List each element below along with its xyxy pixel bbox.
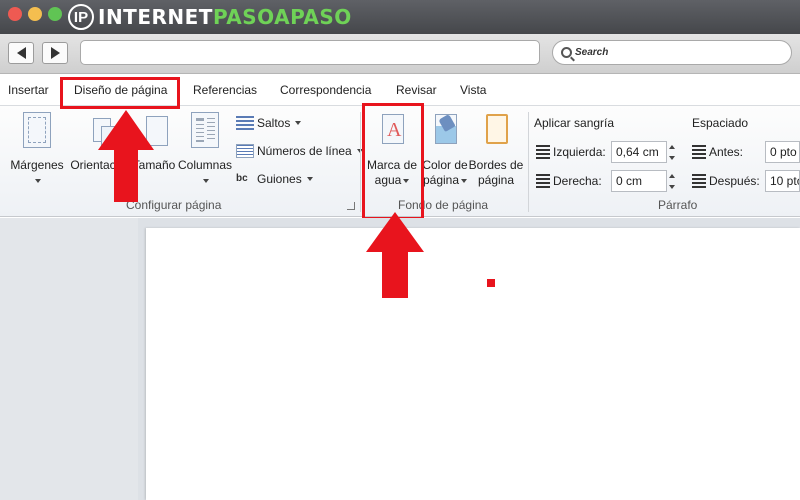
red-arrow-up-icon xyxy=(98,110,154,202)
tab-correspondencia[interactable]: Correspondencia xyxy=(280,83,371,97)
despues-label-wrap: Después: xyxy=(692,174,760,188)
margins-icon xyxy=(23,112,51,148)
arrow-left-icon xyxy=(16,47,26,59)
color-de-pagina-button[interactable]: Color de página xyxy=(420,112,470,188)
breaks-icon xyxy=(236,116,254,130)
group-separator xyxy=(528,112,529,212)
derecha-label-wrap: Derecha: xyxy=(536,174,602,188)
logo-text: INTERNETPASOAPASO xyxy=(98,5,352,29)
spacing-after-icon xyxy=(692,174,706,188)
red-arrow-up-icon xyxy=(366,212,424,298)
antes-label-wrap: Antes: xyxy=(692,145,743,159)
window-title-bar: IP INTERNETPASOAPASO xyxy=(0,0,800,34)
columnas-caret xyxy=(201,173,209,188)
spacing-before-icon xyxy=(692,145,706,159)
minimize-window-button[interactable] xyxy=(28,7,42,21)
indent-right-icon xyxy=(536,174,550,188)
tab-highlight-box xyxy=(60,77,180,109)
hyphenation-icon: bc xyxy=(236,173,248,184)
line-numbers-icon xyxy=(236,144,254,158)
page-borders-icon xyxy=(482,112,510,148)
address-bar[interactable] xyxy=(80,40,540,65)
saltos-button[interactable]: Saltos xyxy=(236,116,302,130)
margenes-caret xyxy=(33,173,41,188)
guiones-button[interactable]: bc Guiones xyxy=(236,172,313,186)
tab-referencias[interactable]: Referencias xyxy=(193,83,257,97)
watermark-highlight-box xyxy=(362,103,424,220)
zoom-window-button[interactable] xyxy=(48,7,62,21)
tab-insertar[interactable]: Insertar xyxy=(8,83,49,97)
despues-label: Después: xyxy=(709,174,760,188)
cursor-marker xyxy=(487,279,495,287)
numeros-de-linea-label: Números de línea xyxy=(257,144,352,158)
derecha-label: Derecha: xyxy=(553,174,602,188)
group-separator xyxy=(360,112,361,212)
izquierda-label: Izquierda: xyxy=(553,145,606,159)
parrafo-group-label: Párrafo xyxy=(658,198,698,212)
derecha-spinner[interactable] xyxy=(667,170,677,192)
color-de-pagina-label-1: Color de xyxy=(422,158,468,172)
close-window-button[interactable] xyxy=(8,7,22,21)
tab-vista[interactable]: Vista xyxy=(460,83,486,97)
columns-icon xyxy=(191,112,219,148)
color-de-pagina-label-2: página xyxy=(423,173,468,188)
izquierda-input[interactable]: 0,64 cm xyxy=(611,141,667,163)
bordes-de-pagina-label-2: página xyxy=(477,173,515,187)
izquierda-label-wrap: Izquierda: xyxy=(536,145,606,159)
numeros-de-linea-button[interactable]: Números de línea xyxy=(236,144,363,158)
antes-input[interactable]: 0 pto xyxy=(765,141,800,163)
search-icon xyxy=(561,47,572,58)
arrow-right-icon xyxy=(50,47,60,59)
antes-label: Antes: xyxy=(709,145,744,159)
back-button[interactable] xyxy=(8,42,34,64)
search-placeholder: Search xyxy=(575,47,609,58)
margenes-label: Márgenes xyxy=(10,158,64,172)
dialog-launcher-icon[interactable] xyxy=(347,202,355,210)
bordes-de-pagina-label-1: Bordes de xyxy=(468,158,524,172)
document-page[interactable] xyxy=(146,228,800,500)
aplicar-sangria-heading: Aplicar sangría xyxy=(534,116,615,130)
bordes-de-pagina-button[interactable]: Bordes de página xyxy=(468,112,524,188)
logo-mark-icon: IP xyxy=(68,4,94,30)
indent-left-icon xyxy=(536,145,550,159)
izquierda-spinner[interactable] xyxy=(667,141,677,163)
despues-input[interactable]: 10 pto xyxy=(765,170,800,192)
guiones-label: Guiones xyxy=(257,172,302,186)
logo-text-white: INTERNET xyxy=(98,5,213,29)
margenes-button[interactable]: Márgenes xyxy=(10,112,64,188)
logo-text-green: PASOAPASO xyxy=(212,5,352,29)
search-field[interactable]: Search xyxy=(552,40,792,65)
forward-button[interactable] xyxy=(42,42,68,64)
tab-revisar[interactable]: Revisar xyxy=(396,83,437,97)
page-color-icon xyxy=(431,112,459,148)
navigation-pane xyxy=(0,218,138,500)
columnas-label: Columnas xyxy=(177,158,233,172)
derecha-input[interactable]: 0 cm xyxy=(611,170,667,192)
browser-toolbar: Search xyxy=(0,34,800,74)
site-logo: IP INTERNETPASOAPASO xyxy=(68,3,352,31)
espaciado-heading: Espaciado xyxy=(692,116,749,130)
columnas-button[interactable]: Columnas xyxy=(178,112,232,188)
saltos-label: Saltos xyxy=(257,116,291,130)
